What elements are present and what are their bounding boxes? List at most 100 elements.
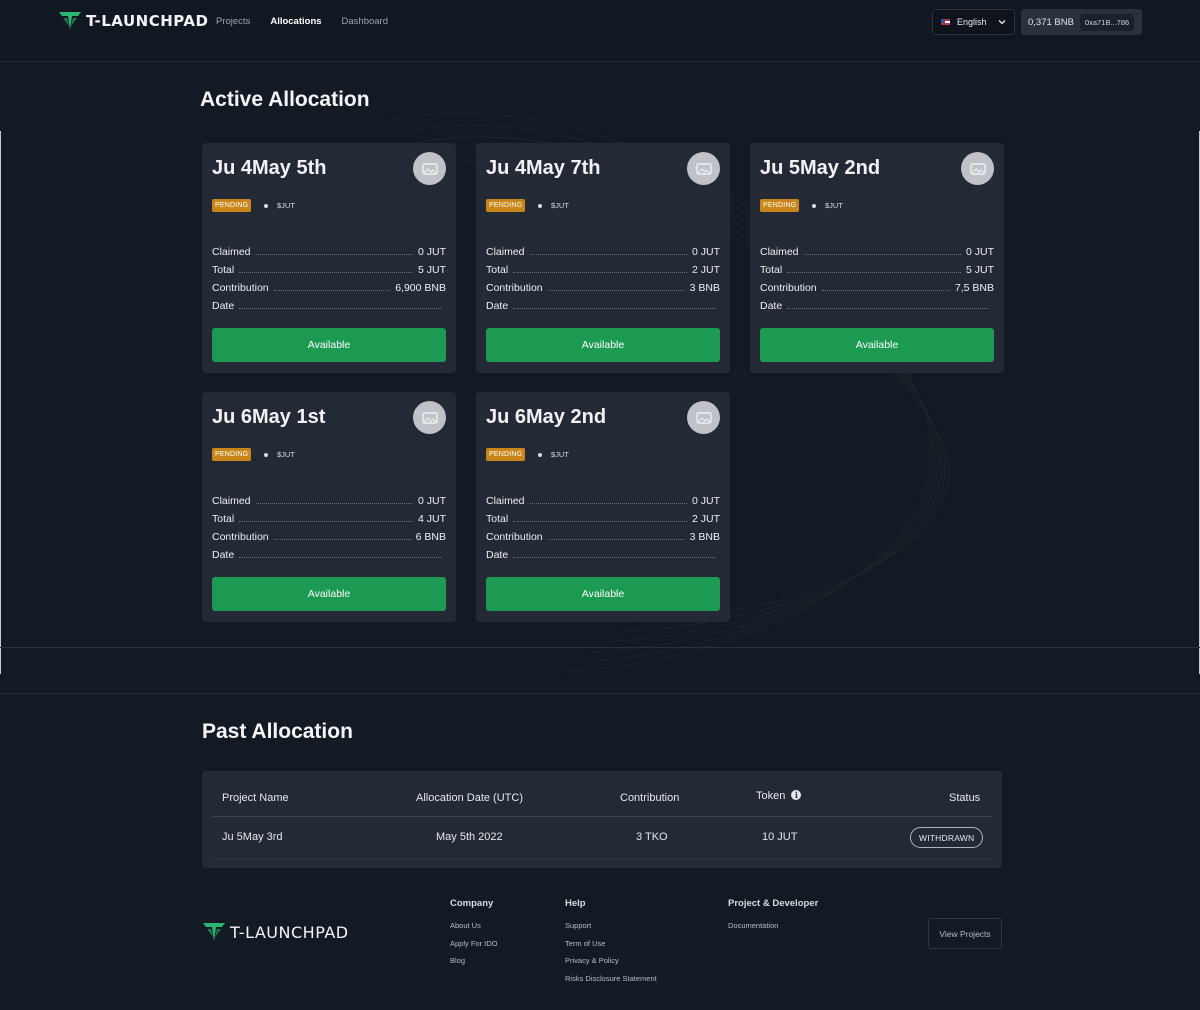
past-allocation-title: Past Allocation	[202, 720, 353, 743]
claimed-value: 0 JUT	[417, 246, 446, 258]
claimed-row: Claimed 0 JUT	[212, 495, 446, 507]
brand-logo[interactable]: T-LAUNCHPAD	[58, 10, 208, 32]
token-symbol: $JUT	[551, 201, 569, 210]
project-image-placeholder-icon	[413, 152, 446, 185]
chevron-down-icon	[998, 20, 1006, 25]
view-projects-button[interactable]: View Projects	[928, 918, 1002, 949]
footer-link-term-of-use[interactable]: Term of Use	[565, 939, 657, 948]
card-title: Ju 4May 7th	[486, 157, 601, 179]
table-row-divider	[212, 858, 992, 859]
col-contribution: Contribution	[620, 792, 680, 804]
footer-help-column: Help Support Term of Use Privacy & Polic…	[565, 898, 657, 991]
claimed-row: Claimed 0 JUT	[212, 246, 446, 258]
section-divider	[0, 693, 1200, 694]
available-button[interactable]: Available	[212, 328, 446, 362]
contribution-value: 6,900 BNB	[395, 282, 446, 294]
main-nav: Projects Allocations Dashboard	[216, 16, 388, 27]
footer-link-support[interactable]: Support	[565, 921, 657, 930]
past-allocation-table: Project Name Allocation Date (UTC) Contr…	[202, 771, 1002, 868]
table-header-divider	[212, 816, 992, 817]
footer-link-apply-for-ido[interactable]: Apply For IDO	[450, 939, 498, 948]
active-allocation-title: Active Allocation	[200, 88, 370, 111]
footer-company-column: Company About Us Apply For IDO Blog	[450, 898, 498, 974]
col-token: Token i	[756, 790, 802, 802]
contribution-row: Contribution 3 BNB	[486, 531, 720, 543]
row-token: 10 JUT	[762, 831, 798, 843]
footer-developer-column: Project & Developer Documentation	[728, 898, 818, 939]
t-logo-icon	[203, 923, 225, 941]
available-button[interactable]: Available	[760, 328, 994, 362]
date-row: Date	[212, 543, 446, 561]
date-row: Date	[486, 543, 720, 561]
footer-developer-heading: Project & Developer	[728, 898, 819, 909]
footer-brand-logo[interactable]: T-LAUNCHPAD	[202, 921, 349, 943]
claimed-value: 0 JUT	[965, 246, 994, 258]
status-badge: PENDING	[486, 199, 526, 212]
project-image-placeholder-icon	[413, 401, 446, 434]
top-nav-bar: T-LAUNCHPAD Projects Allocations Dashboa…	[0, 0, 1200, 62]
info-icon[interactable]: i	[791, 790, 802, 800]
brand-name: T-LAUNCHPAD	[86, 12, 209, 30]
card-title: Ju 6May 2nd	[486, 406, 607, 428]
nav-projects[interactable]: Projects	[216, 16, 250, 27]
nav-allocations[interactable]: Allocations	[270, 16, 321, 27]
footer-help-heading: Help	[565, 898, 586, 909]
contribution-row: Contribution 3 BNB	[486, 282, 720, 294]
token-symbol: $JUT	[551, 450, 569, 459]
footer-link-documentation[interactable]: Documentation	[728, 921, 818, 930]
card-details: Claimed 0 JUT Total 5 JUT Contribution 7,5 …	[760, 240, 994, 312]
separator-dot	[538, 453, 542, 457]
card-details: Claimed 0 JUT Total 5 JUT Contribution 6,90…	[212, 240, 446, 312]
total-value: 5 JUT	[965, 264, 994, 276]
contribution-row: Contribution 6,900 BNB	[212, 282, 446, 294]
total-value: 2 JUT	[691, 513, 720, 525]
status-badge: PENDING	[486, 448, 526, 461]
card-details: Claimed 0 JUT Total 2 JUT Contribution 3 BN…	[486, 240, 720, 312]
project-image-placeholder-icon	[687, 152, 720, 185]
claimed-row: Claimed 0 JUT	[486, 246, 720, 258]
contribution-value: 3 BNB	[689, 282, 720, 294]
allocation-card: Ju 5May 2nd PENDING $JUT Claimed 0 JUT To…	[750, 143, 1004, 373]
allocation-card: Ju 6May 2nd PENDING $JUT Claimed 0 JUT To…	[476, 392, 730, 622]
contribution-value: 3 BNB	[689, 531, 720, 543]
wallet-button[interactable]: 0,371 BNB 0xa71B...786	[1021, 9, 1142, 35]
col-allocation-date: Allocation Date (UTC)	[416, 792, 523, 804]
claimed-row: Claimed 0 JUT	[760, 246, 994, 258]
footer-company-heading: Company	[450, 898, 494, 909]
token-symbol: $JUT	[277, 201, 295, 210]
total-row: Total 5 JUT	[760, 264, 994, 276]
project-image-placeholder-icon	[687, 401, 720, 434]
status-badge: WITHDRAWN	[910, 827, 984, 848]
available-button[interactable]: Available	[486, 328, 720, 362]
card-title: Ju 4May 5th	[212, 157, 327, 179]
token-symbol: $JUT	[277, 450, 295, 459]
token-symbol: $JUT	[825, 201, 843, 210]
card-details: Claimed 0 JUT Total 4 JUT Contribution 6 BN…	[212, 489, 446, 561]
footer-brand-name: T-LAUNCHPAD	[230, 922, 349, 942]
footer-link-about-us[interactable]: About Us	[450, 921, 498, 930]
status-badge: PENDING	[212, 448, 252, 461]
footer-link-privacy-policy[interactable]: Privacy & Policy	[565, 956, 657, 965]
total-row: Total 4 JUT	[212, 513, 446, 525]
available-button[interactable]: Available	[486, 577, 720, 611]
total-value: 2 JUT	[691, 264, 720, 276]
separator-dot	[812, 204, 816, 208]
allocation-card: Ju 6May 1st PENDING $JUT Claimed 0 JUT To…	[202, 392, 456, 622]
wallet-address: 0xa71B...786	[1079, 13, 1135, 31]
contribution-value: 6 BNB	[415, 531, 446, 543]
contribution-row: Contribution 7,5 BNB	[760, 282, 994, 294]
total-row: Total 5 JUT	[212, 264, 446, 276]
footer-link-blog[interactable]: Blog	[450, 956, 498, 965]
project-image-placeholder-icon	[961, 152, 994, 185]
separator-dot	[264, 453, 268, 457]
date-row: Date	[760, 294, 994, 312]
nav-dashboard[interactable]: Dashboard	[342, 16, 388, 27]
row-project-name: Ju 5May 3rd	[222, 831, 283, 843]
footer-link-risks-disclosure[interactable]: Risks Disclosure Statement	[565, 974, 657, 983]
allocation-card: Ju 4May 7th PENDING $JUT Claimed 0 JUT To…	[476, 143, 730, 373]
card-details: Claimed 0 JUT Total 2 JUT Contribution 3 BN…	[486, 489, 720, 561]
row-contribution: 3 TKO	[636, 831, 668, 843]
language-select[interactable]: English	[932, 9, 1015, 35]
available-button[interactable]: Available	[212, 577, 446, 611]
allocation-card: Ju 4May 5th PENDING $JUT Claimed 0 JUT To…	[202, 143, 456, 373]
